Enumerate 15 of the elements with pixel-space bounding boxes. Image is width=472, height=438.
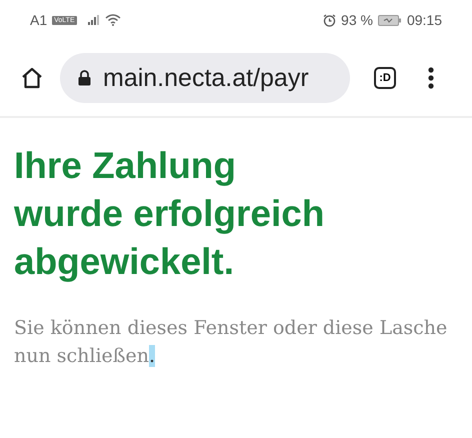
message-text: Sie können dieses Fenster oder diese Lasche nun schließen.: [14, 316, 448, 369]
lock-icon: [78, 70, 91, 86]
address-bar[interactable]: main.necta.at/payr: [60, 53, 350, 103]
carrier-label: A1: [30, 12, 48, 28]
url-text: main.necta.at/payr: [103, 64, 309, 92]
tab-switcher-button[interactable]: :D: [374, 67, 396, 89]
wifi-icon: [104, 14, 121, 26]
home-icon[interactable]: [20, 66, 44, 90]
alarm-icon: [323, 14, 336, 26]
menu-icon[interactable]: [428, 67, 434, 89]
battery-icon: [378, 14, 402, 26]
page-heading: Ihre Zahlung wurde erfolgreich abgewickelt.: [14, 144, 326, 284]
signal-icon: [88, 15, 100, 25]
battery-percent: 93 %: [341, 12, 373, 28]
clock: 09:15: [406, 12, 442, 28]
